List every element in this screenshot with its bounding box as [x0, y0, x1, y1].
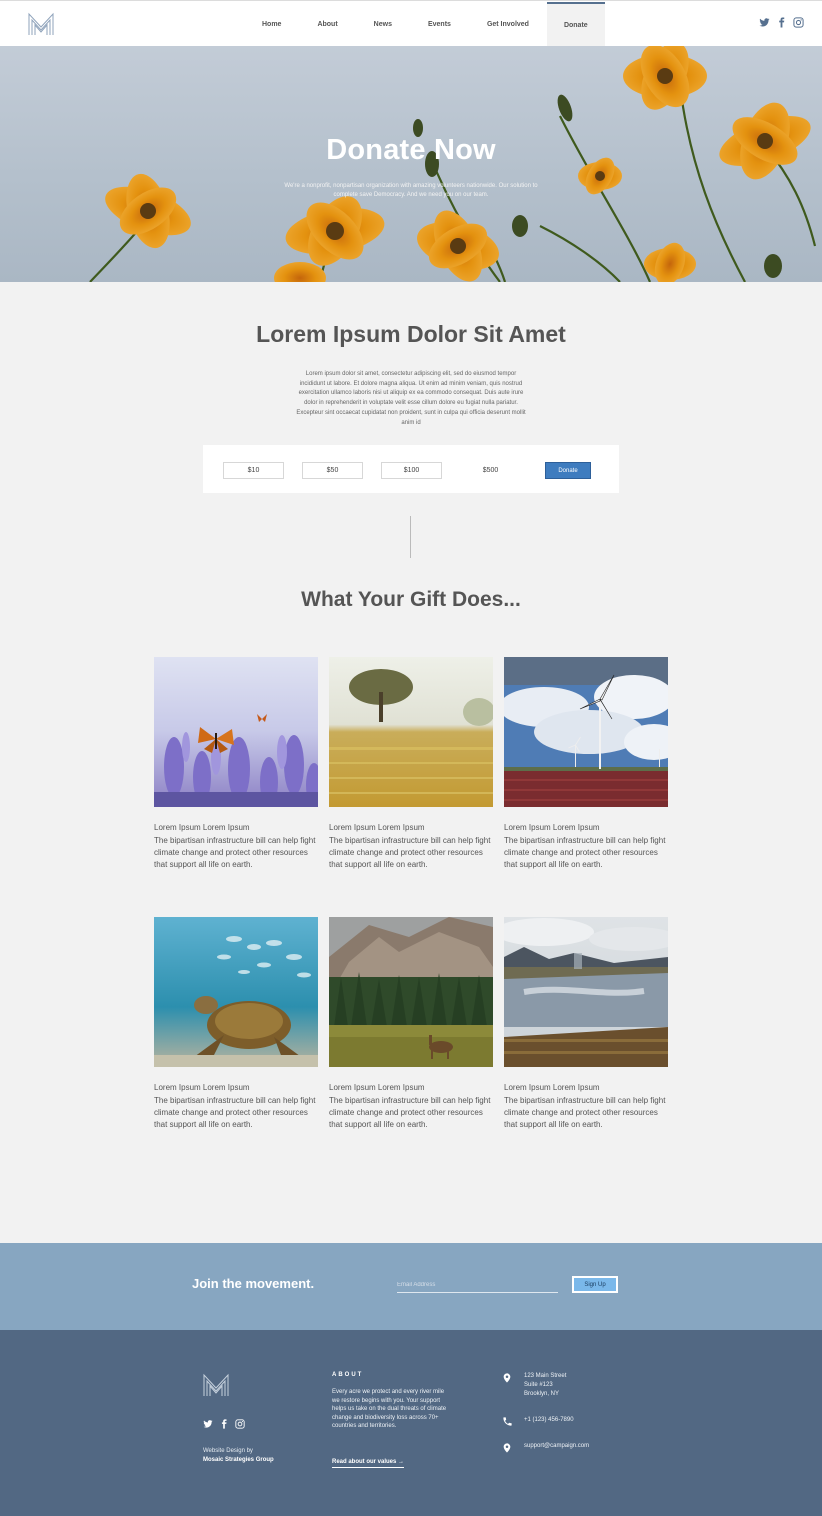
- card-body: The bipartisan infrastructure bill can h…: [329, 836, 491, 869]
- top-nav: Home About News Events Get Involved Dona…: [0, 0, 822, 47]
- nav-item-get-involved[interactable]: Get Involved: [469, 2, 547, 47]
- instagram-icon[interactable]: [793, 17, 804, 28]
- gift-section-title: What Your Gift Does...: [301, 588, 521, 611]
- nav-item-events[interactable]: Events: [410, 2, 469, 47]
- card-body: The bipartisan infrastructure bill can h…: [504, 1096, 666, 1129]
- phone-block: +1 (123) 456-7890: [502, 1416, 574, 1428]
- tree-field-image: [329, 657, 493, 807]
- card-body: The bipartisan infrastructure bill can h…: [329, 1096, 491, 1129]
- card-title: Lorem Ipsum Lorem Ipsum: [329, 1083, 425, 1092]
- gift-card: Lorem Ipsum Lorem Ipsum The bipartisan i…: [154, 917, 318, 1131]
- address-line: 123 Main Street: [524, 1373, 567, 1379]
- card-body: The bipartisan infrastructure bill can h…: [504, 836, 666, 869]
- section-divider: [410, 516, 411, 558]
- page: Home About News Events Get Involved Dona…: [0, 0, 822, 1516]
- nav-menu: Home About News Events Get Involved Dona…: [244, 2, 605, 47]
- phone-number[interactable]: +1 (123) 456-7890: [524, 1416, 574, 1428]
- gift-card: Lorem Ipsum Lorem Ipsum The bipartisan i…: [504, 657, 668, 871]
- amount-option-100[interactable]: $100: [381, 462, 442, 479]
- gift-card: Lorem Ipsum Lorem Ipsum The bipartisan i…: [504, 917, 668, 1131]
- butterfly-lavender-image: [154, 657, 318, 807]
- phone-icon: [502, 1416, 514, 1428]
- location-pin-icon: [502, 1372, 514, 1384]
- newsletter-signup-band: Join the movement. Sign Up: [0, 1243, 822, 1330]
- intro-text: Lorem ipsum dolor sit amet, consectetur …: [296, 371, 526, 426]
- hero-banner: Donate Now We're a nonprofit, nonpartisa…: [0, 46, 822, 282]
- facebook-icon[interactable]: [219, 1419, 229, 1429]
- nav-item-news[interactable]: News: [356, 2, 410, 47]
- gift-card: Lorem Ipsum Lorem Ipsum The bipartisan i…: [329, 657, 493, 871]
- hero-subtitle: We're a nonprofit, nonpartisan organizat…: [284, 183, 538, 198]
- card-title: Lorem Ipsum Lorem Ipsum: [504, 1083, 600, 1092]
- intro-title: Lorem Ipsum Dolor Sit Amet: [256, 321, 566, 347]
- location-pin-icon: [502, 1442, 514, 1454]
- email-block: support@campaign.com: [502, 1442, 589, 1454]
- address-line: Brooklyn, NY: [524, 1391, 560, 1397]
- amount-option-50[interactable]: $50: [302, 462, 363, 479]
- about-text: Every acre we protect and every river mi…: [332, 1389, 447, 1429]
- gift-card: Lorem Ipsum Lorem Ipsum The bipartisan i…: [154, 657, 318, 871]
- about-heading: ABOUT: [332, 1372, 364, 1378]
- amount-option-10[interactable]: $10: [223, 462, 284, 479]
- mountain-deer-image: [329, 917, 493, 1067]
- footer-social-links: [203, 1419, 245, 1429]
- hero-title: Donate Now: [326, 134, 496, 166]
- card-title: Lorem Ipsum Lorem Ipsum: [504, 823, 600, 832]
- lake-wetland-image: [504, 917, 668, 1067]
- nav-item-donate[interactable]: Donate: [546, 2, 605, 47]
- amount-option-500[interactable]: $500: [460, 462, 521, 479]
- twitter-icon[interactable]: [759, 17, 770, 28]
- card-title: Lorem Ipsum Lorem Ipsum: [154, 823, 250, 832]
- credit-company: Mosaic Strategies Group: [203, 1457, 274, 1463]
- values-link[interactable]: Read about our values →: [332, 1459, 405, 1468]
- donation-amount-panel: $10 $50 $100 $500 Donate: [203, 445, 619, 493]
- email-field[interactable]: [397, 1277, 558, 1293]
- card-body: The bipartisan infrastructure bill can h…: [154, 1096, 316, 1129]
- gift-card: Lorem Ipsum Lorem Ipsum The bipartisan i…: [329, 917, 493, 1131]
- sign-up-button[interactable]: Sign Up: [572, 1276, 618, 1293]
- join-title: Join the movement.: [192, 1276, 315, 1291]
- donate-button[interactable]: Donate: [545, 462, 591, 479]
- wind-turbine-image: [504, 657, 668, 807]
- logo-icon[interactable]: [27, 11, 55, 37]
- sea-turtle-image: [154, 917, 318, 1067]
- footer: Website Design by Mosaic Strategies Grou…: [0, 1330, 822, 1516]
- support-email[interactable]: support@campaign.com: [524, 1442, 589, 1454]
- address-block: 123 Main Street Suite #123 Brooklyn, NY: [502, 1372, 566, 1399]
- instagram-icon[interactable]: [235, 1419, 245, 1429]
- card-title: Lorem Ipsum Lorem Ipsum: [154, 1083, 250, 1092]
- facebook-icon[interactable]: [776, 17, 787, 28]
- nav-social-links: [759, 17, 804, 28]
- address-line: Suite #123: [524, 1382, 553, 1388]
- card-title: Lorem Ipsum Lorem Ipsum: [329, 823, 425, 832]
- twitter-icon[interactable]: [203, 1419, 213, 1429]
- credit-line: Website Design by: [203, 1448, 253, 1454]
- footer-logo-icon[interactable]: [202, 1372, 230, 1398]
- card-body: The bipartisan infrastructure bill can h…: [154, 836, 316, 869]
- nav-item-home[interactable]: Home: [244, 2, 299, 47]
- nav-item-about[interactable]: About: [299, 2, 355, 47]
